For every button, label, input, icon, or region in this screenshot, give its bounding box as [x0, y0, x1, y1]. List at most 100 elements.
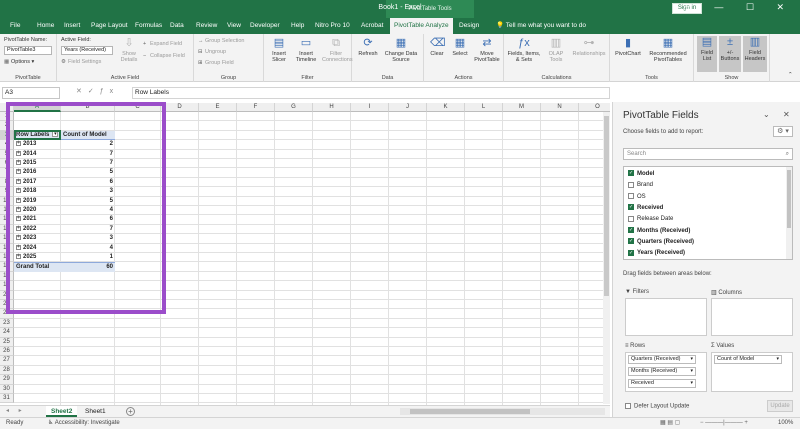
tab-developer[interactable]: Developer: [250, 18, 280, 34]
row-header-26[interactable]: 26: [0, 347, 14, 357]
pivot-row-value[interactable]: 7: [61, 150, 115, 159]
name-box[interactable]: A3: [2, 87, 60, 99]
column-header-a[interactable]: A: [14, 103, 61, 112]
row-header-8[interactable]: 8: [0, 177, 14, 188]
formula-input[interactable]: Row Labels: [132, 87, 610, 99]
row-header-11[interactable]: 11: [0, 206, 14, 216]
update-button[interactable]: Update: [767, 400, 793, 412]
refresh-button[interactable]: ⟳ Refresh: [356, 37, 380, 57]
column-header-c[interactable]: C: [115, 103, 161, 112]
pivot-row-label[interactable]: +2014: [14, 150, 61, 159]
tab-data[interactable]: Data: [170, 18, 184, 34]
expand-field-button[interactable]: + Expand Field: [143, 41, 182, 47]
view-buttons[interactable]: ▦ ▤ ▢: [660, 418, 680, 429]
expand-row-icon[interactable]: +: [16, 188, 21, 194]
field-settings-button[interactable]: ⚙ Field Settings: [61, 59, 101, 65]
area-field-pill[interactable]: Received ▾: [628, 379, 696, 388]
cancel-icon[interactable]: ✕: [76, 88, 88, 95]
rows-area[interactable]: Quarters (Received) ▾ Months (Received) ▾ Re…: [625, 352, 707, 392]
tab-insert[interactable]: Insert: [64, 18, 80, 34]
tab-design[interactable]: Design: [459, 18, 479, 34]
area-field-pill[interactable]: Months (Received) ▾: [628, 367, 696, 376]
column-header-f[interactable]: F: [237, 103, 275, 112]
expand-row-icon[interactable]: +: [16, 225, 21, 231]
field-headers-button[interactable]: ▥ Field Headers: [743, 36, 767, 72]
tab-review[interactable]: Review: [196, 18, 217, 34]
row-header-7[interactable]: 7: [0, 168, 14, 178]
column-header-j[interactable]: J: [389, 103, 427, 112]
row-header-20[interactable]: 20: [0, 290, 14, 300]
pivot-row-label[interactable]: +2015: [14, 159, 61, 168]
row-header-3[interactable]: 3: [0, 130, 14, 141]
field-search-input[interactable]: Search ⌕: [623, 148, 793, 160]
expand-row-icon[interactable]: +: [16, 150, 21, 156]
column-header-k[interactable]: K: [427, 103, 465, 112]
field-item[interactable]: ✓ Model: [628, 170, 654, 178]
zoom-slider[interactable]: − ———|——— +: [700, 418, 748, 429]
vertical-scroll-thumb[interactable]: [604, 116, 609, 296]
field-item[interactable]: ✓ Quarters (Received): [628, 238, 694, 246]
tab-nitro[interactable]: Nitro Pro 10: [315, 18, 350, 34]
recommended-pivottables-button[interactable]: ▦ Recommended PivotTables: [645, 37, 691, 63]
select-button[interactable]: ▦ Select: [449, 37, 471, 57]
group-field-button[interactable]: ⊞ Group Field: [198, 60, 234, 66]
row-header-19[interactable]: 19: [0, 281, 14, 291]
tab-view[interactable]: View: [227, 18, 241, 34]
grand-total-value[interactable]: 60: [61, 262, 115, 272]
expand-row-icon[interactable]: +: [16, 169, 21, 175]
row-header-31[interactable]: 31: [0, 394, 14, 404]
options-button[interactable]: ▦ Options ▾: [4, 59, 34, 65]
group-selection-button[interactable]: → Group Selection: [198, 38, 244, 44]
pivot-row-value[interactable]: 6: [61, 178, 115, 187]
active-field-input[interactable]: Years (Received): [61, 46, 113, 55]
checked-checkbox-icon[interactable]: ✓: [628, 204, 634, 211]
row-header-27[interactable]: 27: [0, 356, 14, 366]
checked-checkbox-icon[interactable]: ✓: [628, 249, 634, 256]
field-item[interactable]: Brand: [628, 181, 653, 189]
row-header-29[interactable]: 29: [0, 375, 14, 385]
row-header-4[interactable]: 4: [0, 140, 14, 150]
pivot-row-value[interactable]: 4: [61, 244, 115, 253]
row-header-15[interactable]: 15: [0, 243, 14, 253]
pivot-header-count[interactable]: Count of Model: [61, 130, 115, 141]
plus-minus-buttons-button[interactable]: ± +/- Buttons: [719, 36, 741, 72]
insert-function-icon[interactable]: ƒx: [100, 88, 119, 95]
filter-connections-button[interactable]: ⧉ Filter Connections: [322, 37, 353, 63]
horizontal-scrollbar[interactable]: [400, 408, 605, 415]
field-item[interactable]: ✓ Years (Received): [628, 249, 685, 257]
unchecked-checkbox-icon[interactable]: [628, 215, 634, 222]
olap-tools-button[interactable]: ▥ OLAP Tools: [544, 37, 568, 63]
row-header-14[interactable]: 14: [0, 234, 14, 244]
column-header-m[interactable]: M: [503, 103, 541, 112]
expand-row-icon[interactable]: +: [16, 141, 21, 147]
field-list-button[interactable]: ▤ Field List: [697, 36, 717, 72]
row-header-22[interactable]: 22: [0, 309, 14, 319]
select-all-corner[interactable]: [0, 103, 14, 112]
column-header-b[interactable]: B: [61, 103, 115, 112]
row-header-1[interactable]: 1: [0, 112, 14, 122]
expand-row-icon[interactable]: +: [16, 235, 21, 241]
pivot-row-label[interactable]: +2019: [14, 197, 61, 206]
checked-checkbox-icon[interactable]: ✓: [628, 170, 634, 177]
window-controls[interactable]: ▭ — ☐ ✕: [683, 2, 794, 13]
columns-area[interactable]: [711, 298, 793, 336]
tab-home[interactable]: Home: [37, 18, 54, 34]
area-field-pill[interactable]: Quarters (Received) ▾: [628, 355, 696, 364]
row-header-6[interactable]: 6: [0, 159, 14, 169]
pivot-row-label[interactable]: +2022: [14, 225, 61, 234]
column-header-l[interactable]: L: [465, 103, 503, 112]
tell-me-search[interactable]: 💡 Tell me what you want to do: [496, 18, 586, 34]
expand-row-icon[interactable]: +: [16, 216, 21, 222]
chevron-down-icon[interactable]: ▾: [776, 356, 779, 363]
pivot-row-value[interactable]: 1: [61, 253, 115, 262]
tab-pivottable-analyze[interactable]: PivotTable Analyze: [390, 18, 453, 34]
row-header-5[interactable]: 5: [0, 149, 14, 159]
area-field-pill[interactable]: Count of Model ▾: [714, 355, 782, 364]
checked-checkbox-icon[interactable]: ✓: [628, 226, 634, 233]
grand-total-label[interactable]: Grand Total: [14, 262, 61, 272]
unchecked-checkbox-icon[interactable]: [628, 193, 634, 200]
tab-file[interactable]: File: [10, 18, 20, 34]
chevron-down-icon[interactable]: ▾: [690, 356, 693, 363]
pivot-row-label[interactable]: +2020: [14, 206, 61, 215]
enter-icon[interactable]: ✓: [88, 88, 100, 95]
